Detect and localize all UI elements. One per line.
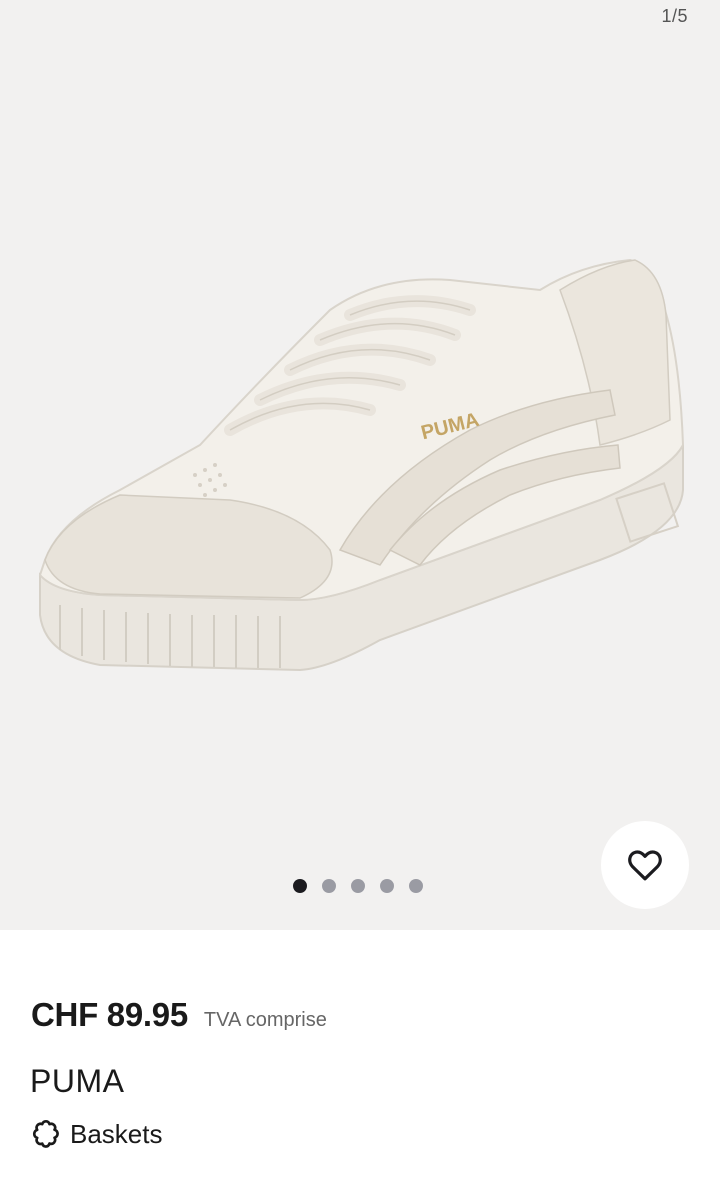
price-row: CHF 89.95 TVA comprise	[31, 996, 327, 1034]
product-image-gallery[interactable]: 1/5 PUMA	[0, 0, 720, 930]
sneaker-image: PUMA	[38, 258, 685, 672]
pagination-dot[interactable]	[380, 879, 394, 893]
pagination-dot[interactable]	[351, 879, 365, 893]
product-brand[interactable]: PUMA	[30, 1063, 124, 1100]
image-counter: 1/5	[661, 6, 688, 26]
add-to-wishlist-button[interactable]	[601, 821, 689, 909]
product-price: CHF 89.95	[31, 996, 188, 1033]
product-info: CHF 89.95 TVA comprise PUMA Baskets	[0, 930, 720, 1200]
pagination-dot[interactable]	[409, 879, 423, 893]
pagination-dot[interactable]	[293, 879, 307, 893]
heart-outline-icon	[628, 850, 662, 881]
flower-badge-icon	[32, 1120, 59, 1148]
category-link[interactable]: Baskets	[30, 1118, 163, 1150]
vat-note: TVA comprise	[203, 1009, 327, 1031]
pagination-dot[interactable]	[322, 879, 336, 893]
category-label: Baskets	[70, 1118, 163, 1149]
